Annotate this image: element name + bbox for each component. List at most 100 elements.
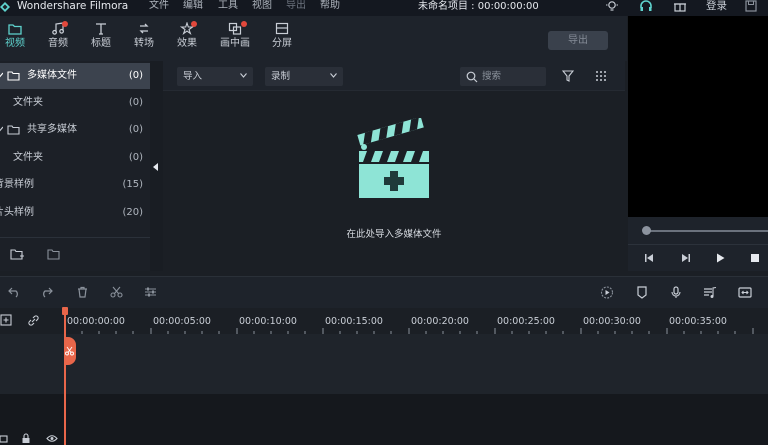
- timecode-tick: 00:00:35:00: [669, 316, 727, 327]
- folder-icon: [7, 125, 20, 135]
- playhead-handle[interactable]: [62, 307, 68, 315]
- gift-icon[interactable]: [673, 0, 687, 12]
- tab-label: 音频: [48, 38, 68, 49]
- project-title: 未命名项目 : 00:00:00:00: [418, 1, 539, 12]
- search-input[interactable]: 搜索: [460, 67, 546, 86]
- text-icon: [96, 23, 106, 35]
- title-bar: Wondershare Filmora 文件 编辑 工具 视图 导出 帮助 未命…: [0, 0, 768, 16]
- library-footer: [0, 237, 150, 271]
- search-icon: [466, 71, 478, 83]
- delete-icon[interactable]: [76, 286, 89, 298]
- redo-icon[interactable]: [40, 286, 53, 298]
- notification-dot: [241, 21, 247, 27]
- timeline-ruler[interactable]: 00:00:00:00 00:00:05:00 00:00:10:00 00:0…: [0, 308, 768, 334]
- notification-dot: [191, 21, 197, 27]
- record-dropdown[interactable]: 录制: [265, 67, 343, 86]
- save-icon[interactable]: [744, 0, 758, 12]
- scissors-icon: [65, 346, 74, 356]
- import-dropdown[interactable]: 导入: [177, 67, 253, 86]
- new-folder-icon[interactable]: [10, 248, 25, 261]
- app-title: Wondershare Filmora: [17, 0, 129, 12]
- tab-titles[interactable]: 标题: [83, 20, 119, 58]
- filmora-window: Wondershare Filmora 文件 编辑 工具 视图 导出 帮助 未命…: [0, 0, 768, 445]
- lightbulb-icon[interactable]: [605, 0, 619, 12]
- preview-scrub-handle[interactable]: [642, 226, 651, 235]
- scissors-icon[interactable]: [110, 286, 123, 298]
- tab-label: 标题: [91, 38, 111, 49]
- headset-icon[interactable]: [639, 0, 653, 12]
- microphone-icon[interactable]: [670, 286, 682, 299]
- tab-label: 分屏: [272, 38, 292, 49]
- playhead-line[interactable]: [64, 308, 66, 445]
- library-item-shared-media[interactable]: 共享多媒体 (0): [0, 117, 150, 143]
- media-toolbar: 导入 录制 搜索: [163, 61, 625, 91]
- marker-icon[interactable]: [636, 286, 648, 299]
- lock-icon[interactable]: [21, 433, 31, 444]
- menu-file[interactable]: 文件: [149, 0, 169, 12]
- grid-view-icon[interactable]: [595, 70, 607, 82]
- timeline-toolbar: [0, 276, 768, 308]
- library-item-intros[interactable]: 片头样例 (20): [0, 200, 150, 226]
- preview-scrub-track[interactable]: [646, 230, 768, 232]
- tab-label: 转场: [134, 38, 154, 49]
- undo-icon[interactable]: [8, 286, 21, 298]
- chevron-down-icon[interactable]: [0, 72, 3, 78]
- timecode-tick: 00:00:20:00: [411, 316, 469, 327]
- timecode-tick: 00:00:00:00: [67, 316, 125, 327]
- track-video-icon[interactable]: [0, 434, 10, 444]
- tab-split-screen[interactable]: 分屏: [264, 20, 300, 58]
- library-item-folder[interactable]: 文件夹 (0): [0, 90, 150, 116]
- audio-mixer-icon[interactable]: [703, 286, 717, 299]
- tab-audio[interactable]: 音频: [40, 20, 76, 58]
- menu-export[interactable]: 导出: [286, 0, 306, 12]
- play-icon[interactable]: [714, 253, 726, 263]
- link-icon[interactable]: [27, 314, 40, 327]
- library-item-media[interactable]: 多媒体文件 (0): [0, 63, 150, 89]
- folder-icon: [7, 71, 20, 81]
- export-button[interactable]: 导出: [548, 31, 608, 50]
- collapse-panel-icon[interactable]: [151, 162, 161, 172]
- clapperboard-icon[interactable]: [354, 118, 434, 202]
- empty-media-hint: 在此处导入多媒体文件: [346, 229, 442, 240]
- fit-timeline-icon[interactable]: [738, 286, 752, 299]
- preview-controls: [628, 217, 768, 271]
- eye-icon[interactable]: [46, 434, 58, 443]
- tab-label: 效果: [177, 38, 197, 49]
- timecode-tick: 00:00:30:00: [583, 316, 641, 327]
- timeline-track-video[interactable]: [0, 334, 768, 394]
- timeline-track-audio[interactable]: [0, 394, 768, 445]
- login-button[interactable]: 登录: [706, 0, 727, 12]
- menu-help[interactable]: 帮助: [320, 0, 340, 12]
- chevron-down-icon: [240, 73, 247, 78]
- chevron-down-icon[interactable]: [0, 126, 3, 132]
- tab-effects[interactable]: 效果: [169, 20, 205, 58]
- library-item-backgrounds[interactable]: 背景样例 (15): [0, 172, 150, 198]
- render-icon[interactable]: [600, 286, 614, 299]
- tab-pip[interactable]: 画中画: [216, 20, 254, 58]
- divider: [628, 244, 768, 245]
- tab-label: 画中画: [220, 38, 250, 49]
- step-back-icon[interactable]: [644, 253, 656, 263]
- stop-icon[interactable]: [749, 253, 761, 263]
- tab-video[interactable]: 视频: [0, 20, 33, 58]
- split-screen-icon: [275, 22, 289, 35]
- transition-icon: [139, 23, 149, 34]
- library-item-folder[interactable]: 文件夹 (0): [0, 145, 150, 171]
- menu-edit[interactable]: 编辑: [183, 0, 203, 12]
- adjust-icon[interactable]: [144, 286, 157, 298]
- filter-icon[interactable]: [562, 70, 574, 82]
- filmora-logo-icon: [0, 2, 10, 12]
- media-tabs: 视频 音频 标题 转场 效果 画中画 分屏: [0, 16, 627, 61]
- tab-transitions[interactable]: 转场: [126, 20, 162, 58]
- add-track-icon[interactable]: [0, 314, 13, 327]
- tab-label: 视频: [5, 38, 25, 49]
- folder-icon[interactable]: [47, 248, 62, 261]
- step-forward-icon[interactable]: [679, 253, 691, 263]
- menu-view[interactable]: 视图: [252, 0, 272, 12]
- playhead-scissor-marker[interactable]: [64, 337, 76, 365]
- timecode-tick: 00:00:15:00: [325, 316, 383, 327]
- preview-window: [628, 16, 768, 217]
- menu-tools[interactable]: 工具: [218, 0, 238, 12]
- pip-icon: [228, 22, 242, 35]
- chevron-down-icon: [330, 73, 337, 78]
